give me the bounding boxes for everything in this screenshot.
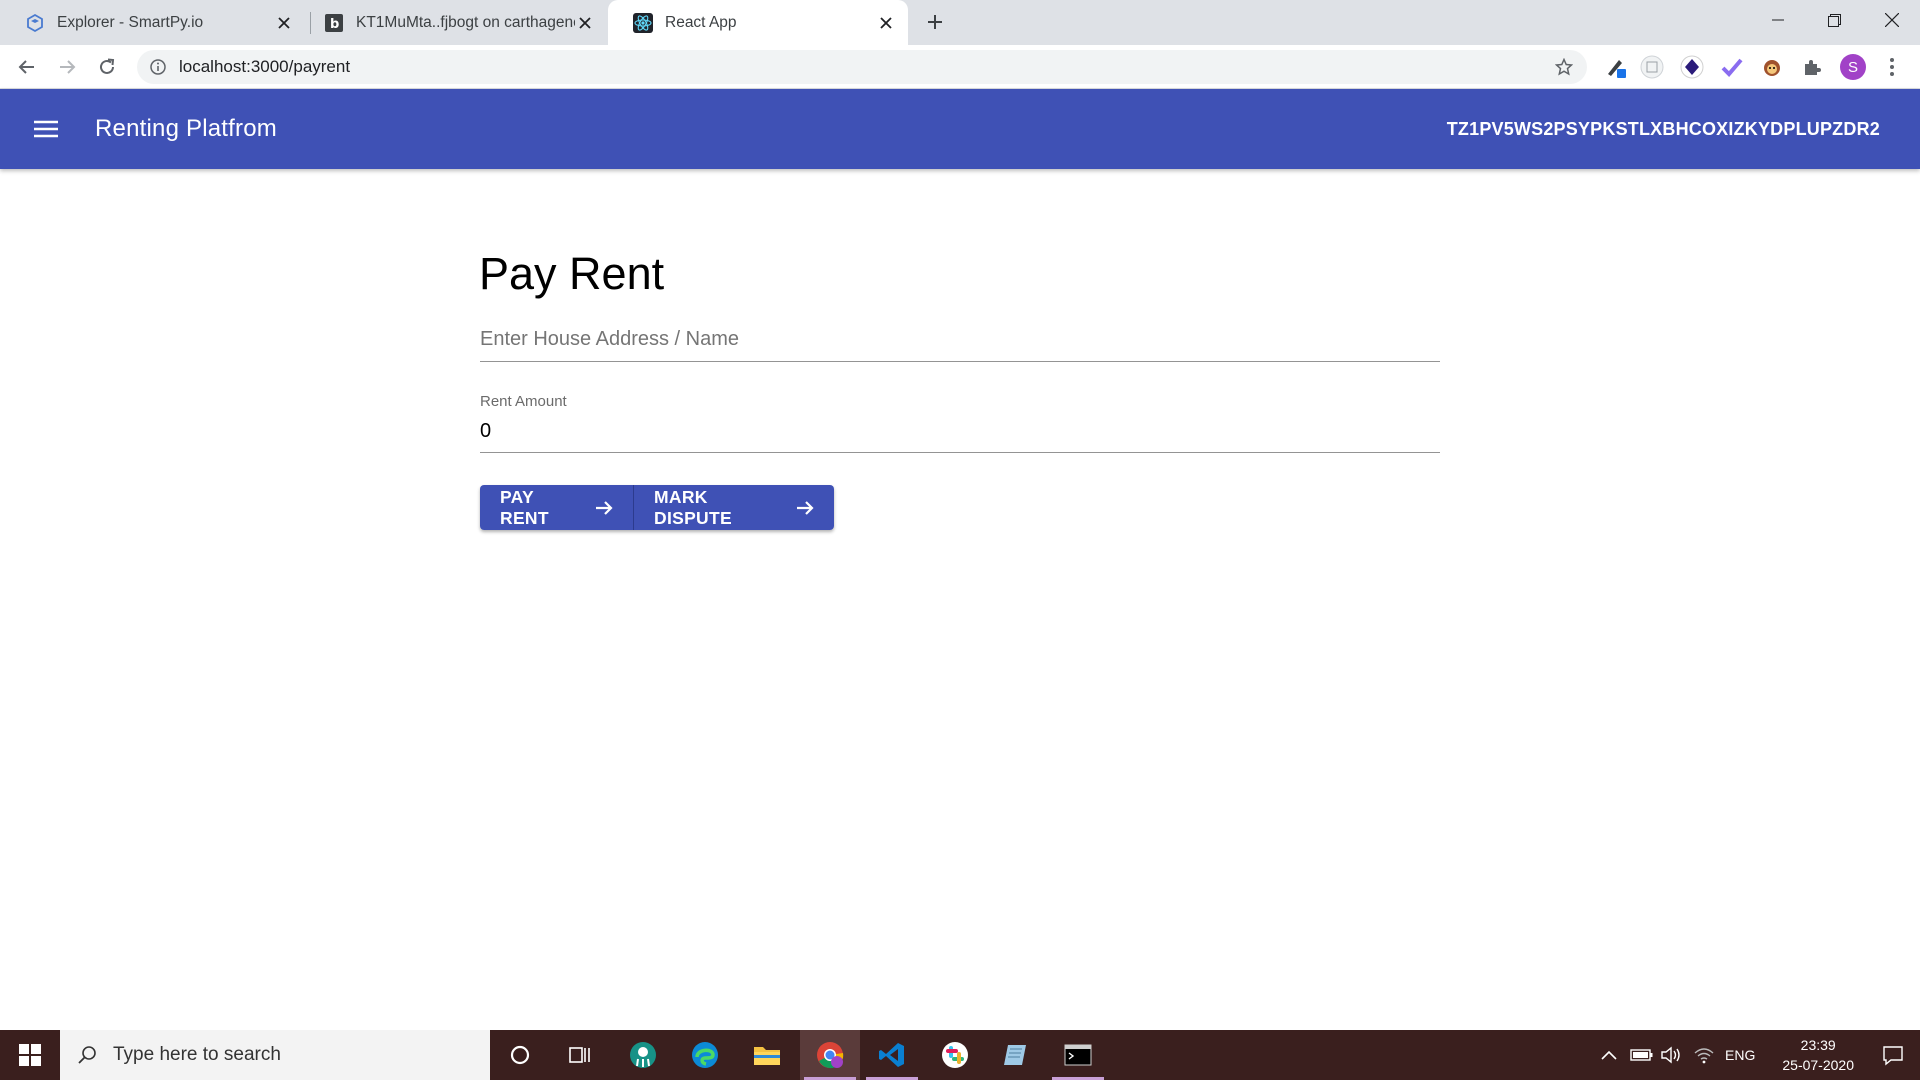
tray-overflow-icon[interactable] <box>1600 1030 1618 1080</box>
taskbar-search-box[interactable]: Type here to search <box>60 1030 490 1080</box>
close-window-button[interactable] <box>1864 0 1920 40</box>
battery-icon[interactable] <box>1630 1030 1654 1080</box>
slack-icon[interactable] <box>925 1030 985 1080</box>
language-indicator[interactable]: ENG <box>1725 1030 1755 1080</box>
chrome-taskbar-icon[interactable] <box>800 1030 860 1080</box>
pen-extension-icon[interactable] <box>1604 55 1628 79</box>
back-button[interactable] <box>12 52 42 82</box>
svg-text:b: b <box>330 17 339 32</box>
browser-tab-strip: Explorer - SmartPy.io b KT1MuMta..fjbogt… <box>0 0 1920 45</box>
minimize-button[interactable] <box>1750 0 1806 40</box>
reload-button[interactable] <box>92 52 122 82</box>
arrow-right-icon <box>595 499 613 517</box>
smartpy-icon <box>25 13 45 33</box>
mark-dispute-button[interactable]: MARK DISPUTE <box>634 485 834 530</box>
wifi-icon[interactable] <box>1693 1030 1715 1080</box>
grid-extension-icon[interactable] <box>1640 55 1664 79</box>
tab-title: React App <box>665 13 737 31</box>
rent-amount-label: Rent Amount <box>480 393 567 410</box>
pay-rent-button[interactable]: PAY RENT <box>480 485 634 530</box>
close-icon[interactable] <box>575 13 595 33</box>
cortana-icon[interactable] <box>490 1030 550 1080</box>
pay-rent-label: PAY RENT <box>500 486 549 528</box>
tab-separator <box>310 12 311 34</box>
windows-taskbar: Type here to search ENG 23:39 25-07-2020 <box>0 1030 1920 1080</box>
profile-initial: S <box>1847 58 1858 76</box>
notes-app-icon[interactable] <box>986 1030 1046 1080</box>
app-title: Renting Platfrom <box>95 115 277 142</box>
tab-title: Explorer - SmartPy.io <box>57 13 204 31</box>
site-info-icon[interactable] <box>149 58 167 76</box>
profile-avatar[interactable]: S <box>1840 54 1866 80</box>
new-tab-button[interactable] <box>921 8 949 36</box>
page-title: Pay Rent <box>479 248 665 299</box>
clock-time: 23:39 <box>1800 1037 1836 1053</box>
tezos-wallet-extension-icon[interactable] <box>1680 55 1704 79</box>
close-icon[interactable] <box>274 13 294 33</box>
rent-amount-input[interactable] <box>480 410 1440 449</box>
windows-start-icon[interactable] <box>0 1030 60 1080</box>
house-address-field <box>480 322 1440 362</box>
close-icon[interactable] <box>876 13 896 33</box>
account-address: TZ1PV5WS2PSYPKSTLXBHCOXIZKYDPLUPZDR2 <box>1446 119 1880 139</box>
tzstats-icon: b <box>324 13 344 33</box>
react-icon <box>633 12 653 33</box>
tab-tzstats[interactable]: b KT1MuMta..fjbogt on carthagenet <box>314 0 607 45</box>
address-bar[interactable]: localhost:3000/payrent <box>137 50 1587 84</box>
monkey-extension-icon[interactable] <box>1760 55 1784 79</box>
search-placeholder: Type here to search <box>113 1044 281 1065</box>
rent-amount-field: Rent Amount <box>480 393 1440 453</box>
url-text: localhost:3000/payrent <box>179 57 351 76</box>
terminal-icon[interactable] <box>1048 1030 1108 1080</box>
action-button-group: PAY RENT MARK DISPUTE <box>480 485 834 530</box>
extensions-puzzle-icon[interactable] <box>1800 55 1824 79</box>
kebab-menu-icon[interactable] <box>1880 55 1904 79</box>
tab-title: KT1MuMta..fjbogt on carthagenet <box>356 13 575 31</box>
hamburger-menu-icon[interactable] <box>28 111 64 147</box>
browser-toolbar: localhost:3000/payrent S <box>0 45 1920 89</box>
vscode-icon[interactable] <box>862 1030 922 1080</box>
house-address-input[interactable] <box>480 322 1440 357</box>
notification-icon[interactable] <box>1880 1042 1906 1068</box>
clock-date: 25-07-2020 <box>1782 1057 1854 1073</box>
file-explorer-icon[interactable] <box>737 1030 797 1080</box>
bookmark-star-icon[interactable] <box>1553 56 1575 78</box>
tab-react-app[interactable]: React App <box>608 0 908 45</box>
system-clock[interactable]: 23:39 25-07-2020 <box>1782 1035 1854 1075</box>
tab-smartpy[interactable]: Explorer - SmartPy.io <box>0 0 306 45</box>
task-view-icon[interactable] <box>550 1030 610 1080</box>
app-bar: Renting Platfrom TZ1PV5WS2PSYPKSTLXBHCOX… <box>0 89 1920 169</box>
check-extension-icon[interactable] <box>1720 55 1744 79</box>
arrow-right-icon <box>796 499 814 517</box>
mark-dispute-label: MARK DISPUTE <box>654 486 732 528</box>
gitkraken-icon[interactable] <box>613 1030 673 1080</box>
edge-icon[interactable] <box>675 1030 735 1080</box>
search-icon <box>75 1043 99 1067</box>
forward-button[interactable] <box>52 52 82 82</box>
restore-button[interactable] <box>1806 0 1862 40</box>
volume-icon[interactable] <box>1660 1030 1682 1080</box>
